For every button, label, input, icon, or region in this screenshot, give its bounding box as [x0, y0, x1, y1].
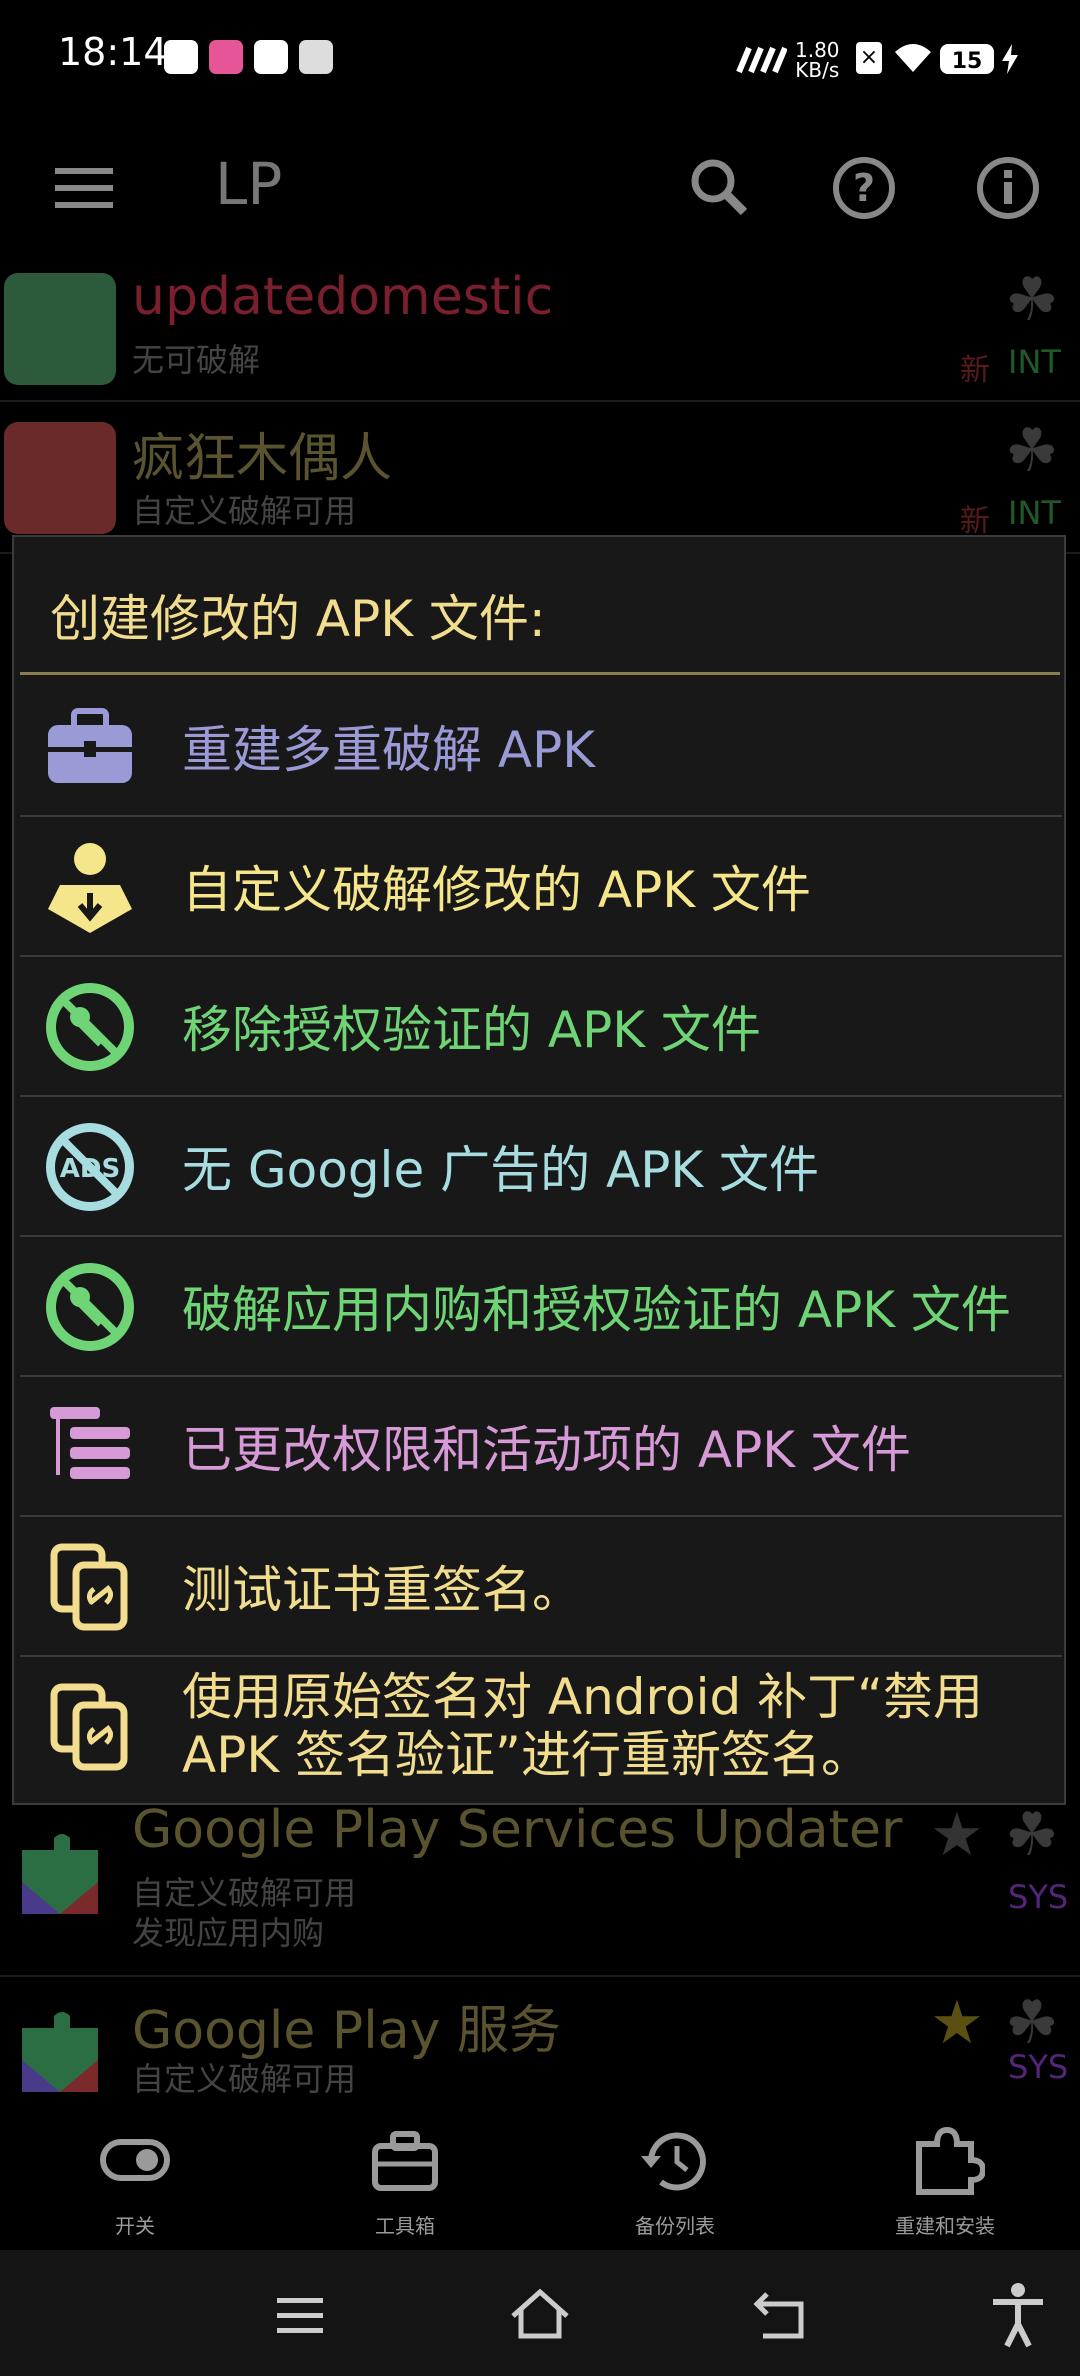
nav-label: 开关 [115, 2214, 155, 2238]
type-badge: INT [1008, 343, 1061, 381]
app-status: 自定义破解可用 [132, 492, 357, 530]
nav-label: 备份列表 [635, 2214, 715, 2238]
net-speed-value: 1.80 [795, 38, 840, 62]
backup-icon [641, 2132, 706, 2191]
svg-text:?: ? [853, 166, 875, 210]
resign-icon [50, 1543, 128, 1631]
app-status-secondary: 发现应用内购 [132, 1914, 325, 1952]
app-title: LP [215, 150, 283, 218]
option-label-line1: 使用原始签名对 Android 补丁“禁用 [182, 1668, 984, 1726]
battery-icon: 15 [940, 44, 994, 74]
search-icon[interactable] [680, 148, 760, 228]
google-play-services-icon [4, 1820, 116, 1932]
puzzle-icon [916, 2126, 985, 2195]
type-badge: SYS [1008, 1878, 1069, 1916]
charging-icon [1002, 44, 1018, 74]
net-speed-unit: KB/s [795, 58, 840, 82]
create-apk-dialog: 创建修改的 APK 文件: 重建多重破解 APK 自定义破解修改的 APK 文件… [12, 535, 1066, 1805]
option-label: 破解应用内购和授权验证的 APK 文件 [182, 1281, 1011, 1339]
no-ads-icon: ADS [46, 1123, 134, 1211]
clover-icon: ☘ [1005, 265, 1059, 335]
dialog-divider [20, 672, 1060, 675]
type-badge: INT [1008, 494, 1061, 532]
accessibility-icon[interactable] [983, 2280, 1053, 2350]
clover-icon: ☘ [1005, 416, 1059, 486]
back-icon[interactable] [745, 2280, 815, 2350]
no-license-icon [46, 1263, 134, 1351]
list-item[interactable]: Google Play Services Updater 自定义破解可用 发现应… [0, 1800, 1080, 1977]
custom-patch-icon [48, 843, 132, 933]
puzzle-logo-icon [22, 2012, 98, 2092]
resign-icon [50, 1683, 128, 1771]
list-item[interactable]: 疯狂木偶人 自定义破解可用 ☘ 新 INT [0, 402, 1080, 554]
option-custom-patch-apk[interactable]: 自定义破解修改的 APK 文件 [20, 817, 1062, 957]
no-sim-icon: × [856, 42, 882, 74]
toggle-icon [100, 2139, 170, 2181]
google-play-services-icon [4, 1998, 116, 2100]
permissions-list-icon [50, 1407, 130, 1479]
notification-bilibili-icon [209, 40, 243, 74]
nav-label: 工具箱 [375, 2214, 435, 2238]
nav-rebuild-install[interactable]: 重建和安装 [845, 2100, 1045, 2246]
option-label: 自定义破解修改的 APK 文件 [182, 861, 811, 919]
recents-icon[interactable] [265, 2280, 335, 2350]
nav-label: 重建和安装 [895, 2214, 995, 2238]
nav-switch[interactable]: 开关 [35, 2100, 235, 2246]
puzzle-logo-icon [22, 1834, 98, 1914]
system-navigation-bar [0, 2250, 1080, 2376]
option-label: 使用原始签名对 Android 补丁“禁用 APK 签名验证”进行重新签名。 [182, 1657, 983, 1795]
list-item[interactable]: updatedomestic 无可破解 ☘ 新 INT [0, 265, 1080, 402]
option-original-sign-resign[interactable]: 使用原始签名对 Android 补丁“禁用 APK 签名验证”进行重新签名。 [20, 1657, 1062, 1797]
menu-icon[interactable] [45, 148, 125, 228]
toolbox-icon [372, 2131, 438, 2191]
help-icon[interactable]: ? [824, 148, 904, 228]
nav-backup-list[interactable]: 备份列表 [575, 2100, 775, 2246]
info-icon[interactable] [968, 148, 1048, 228]
option-label: 已更改权限和活动项的 APK 文件 [182, 1421, 911, 1479]
option-label-line2: APK 签名验证”进行重新签名。 [182, 1726, 871, 1784]
new-badge: 新 [960, 504, 990, 539]
nav-toolbox[interactable]: 工具箱 [305, 2100, 505, 2246]
star-icon[interactable]: ★ [930, 1988, 984, 2058]
dialog-title: 创建修改的 APK 文件: [50, 590, 546, 648]
wifi-icon [895, 44, 931, 72]
status-bar: 18:14 1.80 KB/s × 15 [0, 0, 1080, 120]
option-label: 移除授权验证的 APK 文件 [182, 1001, 761, 1059]
new-badge: 新 [960, 353, 990, 388]
option-no-google-ads-apk[interactable]: ADS 无 Google 广告的 APK 文件 [20, 1097, 1062, 1237]
option-iap-license-apk[interactable]: 破解应用内购和授权验证的 APK 文件 [20, 1237, 1062, 1377]
toolbox-icon [48, 708, 132, 783]
no-license-icon [46, 983, 134, 1071]
signal-icon [736, 46, 787, 74]
app-status: 无可破解 [132, 341, 261, 379]
star-icon[interactable]: ★ [930, 1800, 984, 1870]
option-label: 测试证书重签名。 [182, 1561, 582, 1619]
option-test-cert-resign[interactable]: 测试证书重签名。 [20, 1517, 1062, 1657]
option-remove-license-apk[interactable]: 移除授权验证的 APK 文件 [20, 957, 1062, 1097]
list-item[interactable]: Google Play 服务 自定义破解可用 ★ ☘ SYS [0, 1978, 1080, 2100]
option-rebuild-multi-patch[interactable]: 重建多重破解 APK [20, 677, 1062, 817]
notification-avatar-icon [299, 40, 333, 74]
option-permissions-activities-apk[interactable]: 已更改权限和活动项的 APK 文件 [20, 1377, 1062, 1517]
app-bar: LP ? [0, 120, 1080, 260]
app-name: Google Play Services Updater [132, 1800, 903, 1860]
clover-icon: ☘ [1005, 1800, 1059, 1870]
home-icon[interactable] [505, 2280, 575, 2350]
app-name: Google Play 服务 [132, 2001, 561, 2061]
type-badge: SYS [1008, 2048, 1069, 2086]
app-name: 疯狂木偶人 [132, 429, 393, 489]
net-speed: 1.80 KB/s [795, 40, 840, 80]
notification-app-icon [164, 40, 198, 74]
option-label: 无 Google 广告的 APK 文件 [182, 1141, 820, 1199]
option-label: 重建多重破解 APK [182, 721, 596, 779]
app-name: updatedomestic [132, 267, 554, 327]
notification-message-icon [254, 40, 288, 74]
android-app-icon [4, 273, 116, 385]
status-time: 18:14 [58, 30, 168, 74]
bottom-navigation: 开关 工具箱 备份列表 重建和安装 [0, 2100, 1080, 2246]
app-status: 自定义破解可用 [132, 2060, 357, 2098]
game-app-icon [4, 422, 116, 534]
